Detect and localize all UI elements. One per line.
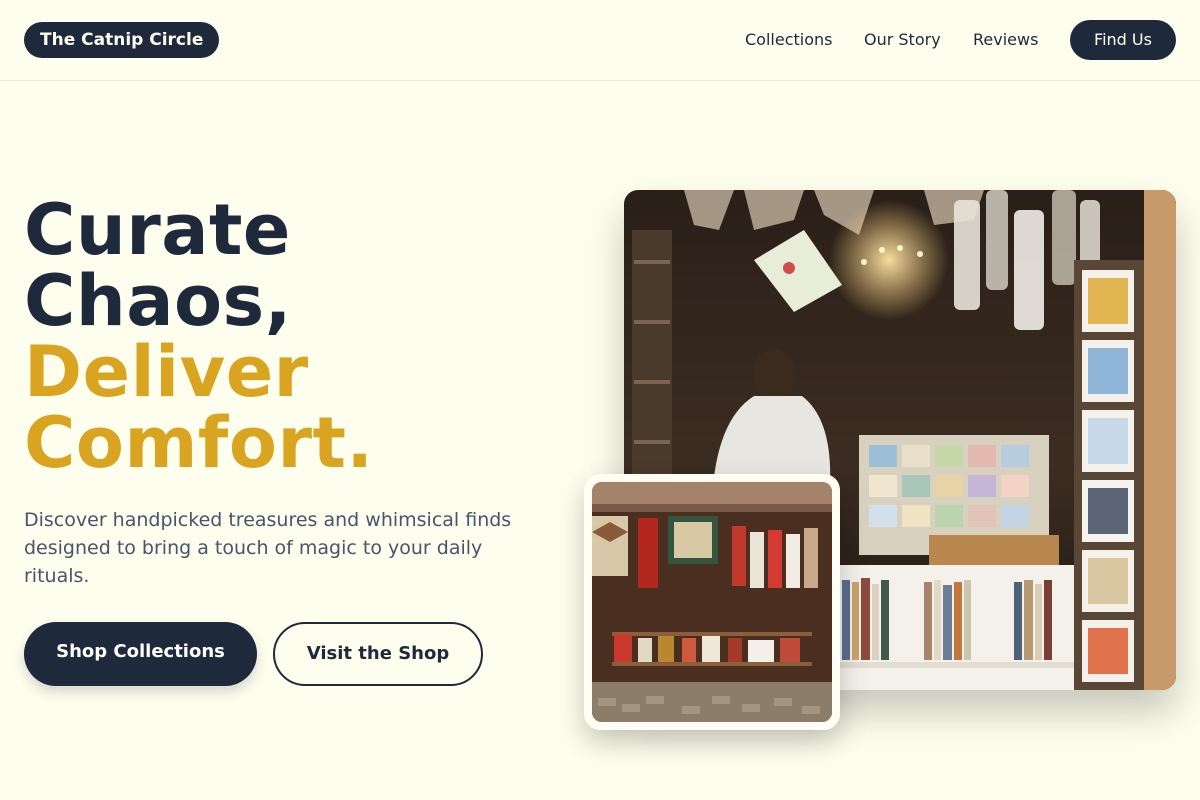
hero-description: Discover handpicked treasures and whimsi… — [24, 509, 512, 587]
headline-line-curate: Curate — [24, 189, 291, 271]
market-stall-photo — [592, 482, 832, 722]
headline-line-deliver: Deliver — [24, 331, 309, 413]
site-header: The Catnip Circle Collections Our Story … — [0, 0, 1200, 81]
nav-link-our-story[interactable]: Our Story — [864, 28, 941, 52]
headline-line-comfort: Comfort. — [24, 402, 374, 484]
find-us-button[interactable]: Find Us — [1070, 20, 1176, 60]
nav-link-collections[interactable]: Collections — [745, 28, 832, 52]
headline-line-chaos: Chaos, — [24, 260, 292, 342]
inset-photo-card — [584, 474, 840, 730]
hero-headline: Curate Chaos, Deliver Comfort. — [24, 195, 584, 479]
brand-logo[interactable]: The Catnip Circle — [24, 22, 220, 58]
shop-collections-button[interactable]: Shop Collections — [24, 622, 257, 686]
visit-the-shop-button[interactable]: Visit the Shop — [273, 622, 483, 686]
nav-link-reviews[interactable]: Reviews — [973, 28, 1038, 52]
